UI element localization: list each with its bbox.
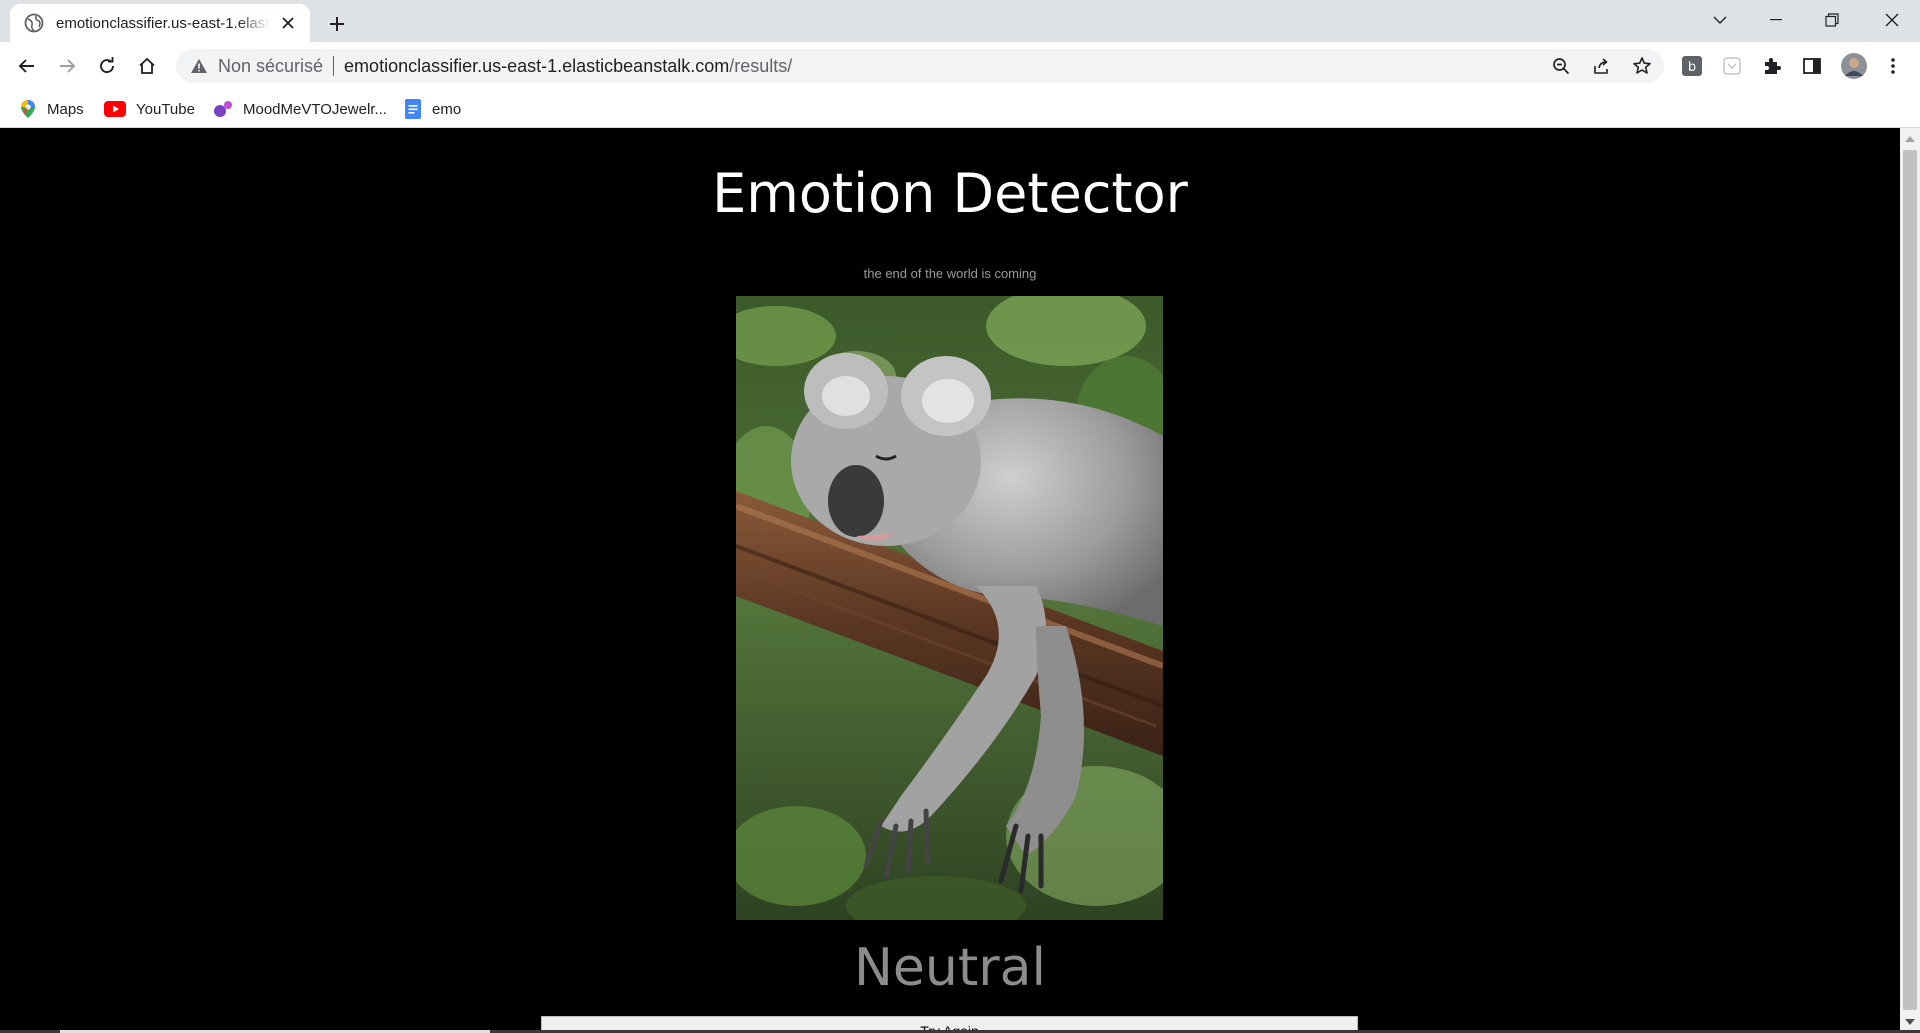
zoom-icon[interactable]	[1545, 50, 1577, 82]
url-path: /results/	[729, 55, 793, 76]
forward-icon[interactable]	[51, 50, 83, 82]
browser-toolbar: Non sécurisé emotionclassifier.us-east-1…	[0, 42, 1920, 89]
browser-tab[interactable]: emotionclassifier.us-east-1.elasticbeans…	[10, 4, 310, 42]
uploaded-koala-photo	[736, 296, 1163, 920]
scrollbar-thumb[interactable]	[1903, 150, 1917, 1010]
puzzle-icon[interactable]	[1759, 53, 1785, 79]
moodme-icon	[213, 100, 233, 118]
url-host: emotionclassifier.us-east-1.elasticbeans…	[344, 55, 730, 76]
bookmark-emo[interactable]: emo	[404, 97, 461, 121]
svg-text:b: b	[1688, 60, 1696, 75]
tab-title: emotionclassifier.us-east-1.elasticbeans…	[56, 14, 270, 32]
scroll-down-icon[interactable]	[1904, 1016, 1916, 1028]
address-bar[interactable]: Non sécurisé emotionclassifier.us-east-1…	[176, 49, 1664, 83]
bookmark-label: Maps	[47, 100, 84, 118]
page-title: Emotion Detector	[712, 162, 1188, 225]
minimize-icon[interactable]	[1748, 0, 1804, 40]
bookmark-youtube[interactable]: YouTube	[104, 97, 195, 121]
image-caption: the end of the world is coming	[863, 266, 1037, 281]
pocket-extension-icon[interactable]	[1719, 53, 1745, 79]
docs-icon	[404, 99, 422, 119]
close-tab-icon[interactable]	[278, 13, 298, 33]
bookmark-label: YouTube	[136, 100, 195, 118]
restore-icon[interactable]	[1804, 0, 1860, 40]
extension-icon[interactable]: b	[1679, 53, 1705, 79]
share-icon[interactable]	[1585, 50, 1617, 82]
profile-avatar-icon[interactable]	[1839, 51, 1869, 81]
reload-icon[interactable]	[91, 50, 123, 82]
tab-search-icon[interactable]	[1692, 0, 1748, 40]
omnibox-separator	[333, 56, 335, 76]
page-scrollbar[interactable]	[1900, 128, 1920, 1033]
bookmark-star-icon[interactable]	[1626, 50, 1658, 82]
globe-icon	[24, 13, 44, 33]
security-label[interactable]: Non sécurisé	[218, 56, 323, 77]
bookmark-label: emo	[432, 100, 462, 118]
maps-icon	[19, 100, 37, 118]
close-window-icon[interactable]	[1864, 0, 1920, 40]
menu-kebab-icon[interactable]	[1880, 53, 1906, 79]
home-icon[interactable]	[131, 50, 163, 82]
bookmark-label: MoodMeVTOJewelr...	[243, 100, 387, 118]
emotion-result: Neutral	[854, 938, 1046, 998]
warning-icon[interactable]	[190, 57, 208, 75]
bookmarks-bar: Maps YouTube MoodMeVTOJewelr... emo	[0, 89, 1920, 128]
bookmark-maps[interactable]: Maps	[19, 97, 84, 121]
youtube-icon	[104, 100, 126, 118]
page-viewport: Emotion Detector the end of the world is…	[0, 128, 1900, 1033]
scroll-up-icon[interactable]	[1904, 133, 1916, 145]
tab-bar: emotionclassifier.us-east-1.elasticbeans…	[0, 0, 1920, 42]
side-panel-icon[interactable]	[1799, 53, 1825, 79]
bookmark-moodme[interactable]: MoodMeVTOJewelr...	[213, 97, 387, 121]
back-icon[interactable]	[11, 50, 43, 82]
new-tab-button[interactable]	[322, 9, 352, 39]
